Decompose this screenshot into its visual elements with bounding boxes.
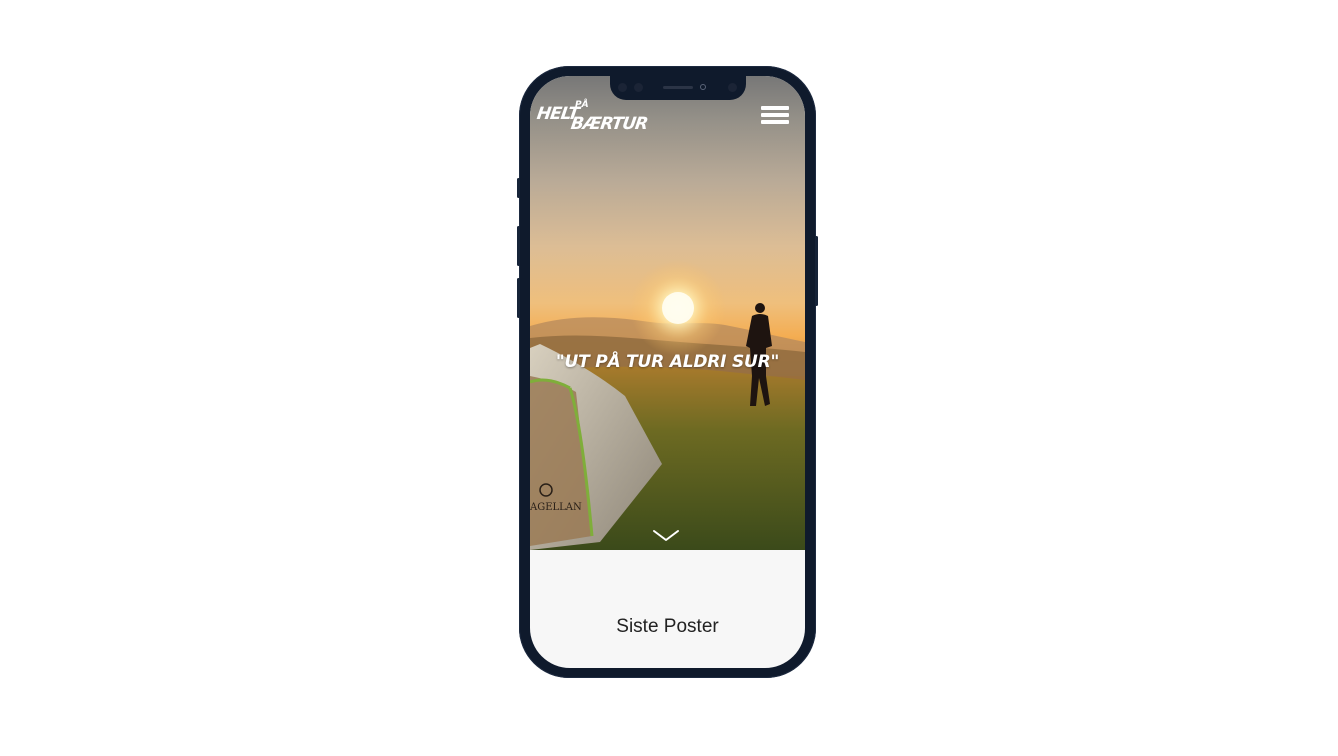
site-logo[interactable]: HELT PÅ BÆRTUR (536, 100, 649, 136)
hero-background-image: AGELLAN (530, 260, 805, 550)
phone-frame: AGELLAN HELT PÅ BÆRTUR "UT PÅ TUR ALDRI … (517, 66, 818, 678)
sensor-dot (728, 83, 737, 92)
front-camera (700, 84, 706, 90)
volume-down-button (517, 278, 520, 318)
logo-text-baertur: BÆRTUR (569, 114, 649, 134)
power-button (815, 236, 818, 306)
stage: AGELLAN HELT PÅ BÆRTUR "UT PÅ TUR ALDRI … (0, 0, 1338, 756)
phone-screen: AGELLAN HELT PÅ BÆRTUR "UT PÅ TUR ALDRI … (530, 76, 805, 668)
hero-tagline: "UT PÅ TUR ALDRI SUR" (555, 352, 780, 372)
earpiece-speaker (663, 86, 693, 89)
hero-section: AGELLAN HELT PÅ BÆRTUR "UT PÅ TUR ALDRI … (530, 76, 805, 550)
chevron-down-icon[interactable] (652, 528, 680, 544)
volume-up-button (517, 226, 520, 266)
sensor-dot (634, 83, 643, 92)
mute-switch (517, 178, 520, 198)
phone-notch (610, 76, 746, 100)
hamburger-menu-icon[interactable] (761, 106, 791, 126)
sun-core (662, 292, 694, 324)
latest-posts-heading: Siste Poster (616, 616, 719, 637)
tent-brand-label: AGELLAN (530, 502, 582, 513)
logo-text-pa: PÅ (575, 100, 589, 110)
sensor-dot (618, 83, 627, 92)
